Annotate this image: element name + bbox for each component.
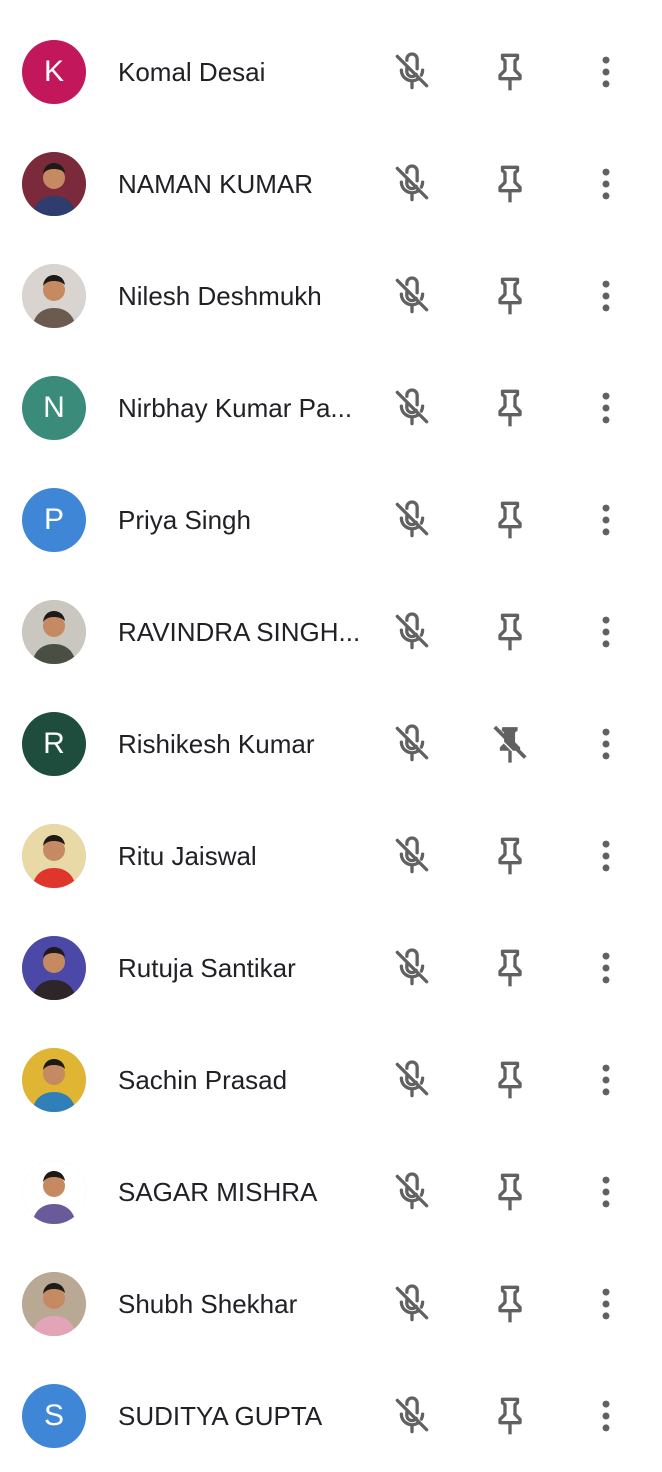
- participant-name: Nilesh Deshmukh: [118, 281, 322, 311]
- participant-row[interactable]: RAVINDRA SINGH...: [0, 576, 662, 688]
- participant-name: RAVINDRA SINGH...: [118, 617, 361, 647]
- participant-row[interactable]: N Nirbhay Kumar Pa...: [0, 352, 662, 464]
- participant-name: Rutuja Santikar: [118, 953, 296, 983]
- avatar-initial: P: [22, 488, 86, 552]
- mic-off-icon[interactable]: [390, 162, 434, 206]
- avatar-photo: [22, 824, 86, 888]
- mic-off-icon[interactable]: [390, 50, 434, 94]
- pin-icon[interactable]: [488, 1394, 532, 1438]
- more-options-icon[interactable]: [584, 610, 628, 654]
- participant-name: SAGAR MISHRA: [118, 1177, 318, 1207]
- participant-name: Nirbhay Kumar Pa...: [118, 393, 353, 423]
- avatar-photo: [22, 152, 86, 216]
- participant-row[interactable]: SAGAR MISHRA: [0, 1136, 662, 1248]
- more-options-icon[interactable]: [584, 50, 628, 94]
- participant-row[interactable]: Nilesh Deshmukh: [0, 240, 662, 352]
- mic-off-icon[interactable]: [390, 1394, 434, 1438]
- pin-icon[interactable]: [488, 610, 532, 654]
- unpin-icon[interactable]: [488, 722, 532, 766]
- mic-off-icon[interactable]: [390, 946, 434, 990]
- participant-list: K Komal Desai NAMAN KUMAR Nilesh Deshmukh…: [0, 0, 662, 1472]
- participant-row[interactable]: Sachin Prasad: [0, 1024, 662, 1136]
- mic-off-icon[interactable]: [390, 834, 434, 878]
- more-options-icon[interactable]: [584, 834, 628, 878]
- mic-off-icon[interactable]: [390, 1058, 434, 1102]
- mic-off-icon[interactable]: [390, 498, 434, 542]
- participant-row[interactable]: Shubh Shekhar: [0, 1248, 662, 1360]
- pin-icon[interactable]: [488, 274, 532, 318]
- avatar-initial: N: [22, 376, 86, 440]
- mic-off-icon[interactable]: [390, 722, 434, 766]
- avatar-initial: R: [22, 712, 86, 776]
- participant-row[interactable]: Ritu Jaiswal: [0, 800, 662, 912]
- more-options-icon[interactable]: [584, 1170, 628, 1214]
- more-options-icon[interactable]: [584, 274, 628, 318]
- participant-name: Rishikesh Kumar: [118, 729, 315, 759]
- mic-off-icon[interactable]: [390, 274, 434, 318]
- avatar-photo: [22, 600, 86, 664]
- participant-row[interactable]: R Rishikesh Kumar: [0, 688, 662, 800]
- avatar-initial: K: [22, 40, 86, 104]
- participant-name: SUDITYA GUPTA: [118, 1401, 323, 1431]
- mic-off-icon[interactable]: [390, 1282, 434, 1326]
- pin-icon[interactable]: [488, 498, 532, 542]
- more-options-icon[interactable]: [584, 386, 628, 430]
- more-options-icon[interactable]: [584, 162, 628, 206]
- avatar-photo: [22, 1160, 86, 1224]
- pin-icon[interactable]: [488, 162, 532, 206]
- pin-icon[interactable]: [488, 834, 532, 878]
- pin-icon[interactable]: [488, 1282, 532, 1326]
- pin-icon[interactable]: [488, 50, 532, 94]
- avatar-photo: [22, 1272, 86, 1336]
- pin-icon[interactable]: [488, 386, 532, 430]
- avatar-initial: S: [22, 1384, 86, 1448]
- mic-off-icon[interactable]: [390, 386, 434, 430]
- participant-row[interactable]: P Priya Singh: [0, 464, 662, 576]
- participant-name: Komal Desai: [118, 57, 266, 87]
- more-options-icon[interactable]: [584, 498, 628, 542]
- participant-name: NAMAN KUMAR: [118, 169, 314, 199]
- avatar-photo: [22, 936, 86, 1000]
- avatar-photo: [22, 264, 86, 328]
- avatar-photo: [22, 1048, 86, 1112]
- participant-row[interactable]: NAMAN KUMAR: [0, 128, 662, 240]
- pin-icon[interactable]: [488, 946, 532, 990]
- mic-off-icon[interactable]: [390, 1170, 434, 1214]
- more-options-icon[interactable]: [584, 1058, 628, 1102]
- participant-row[interactable]: Rutuja Santikar: [0, 912, 662, 1024]
- more-options-icon[interactable]: [584, 1394, 628, 1438]
- mic-off-icon[interactable]: [390, 610, 434, 654]
- pin-icon[interactable]: [488, 1058, 532, 1102]
- participant-row[interactable]: S SUDITYA GUPTA: [0, 1360, 662, 1472]
- more-options-icon[interactable]: [584, 722, 628, 766]
- participant-row[interactable]: K Komal Desai: [0, 16, 662, 128]
- pin-icon[interactable]: [488, 1170, 532, 1214]
- participant-name: Shubh Shekhar: [118, 1289, 298, 1319]
- more-options-icon[interactable]: [584, 946, 628, 990]
- more-options-icon[interactable]: [584, 1282, 628, 1326]
- participant-name: Ritu Jaiswal: [118, 841, 257, 871]
- participant-name: Priya Singh: [118, 505, 251, 535]
- participant-name: Sachin Prasad: [118, 1065, 288, 1095]
